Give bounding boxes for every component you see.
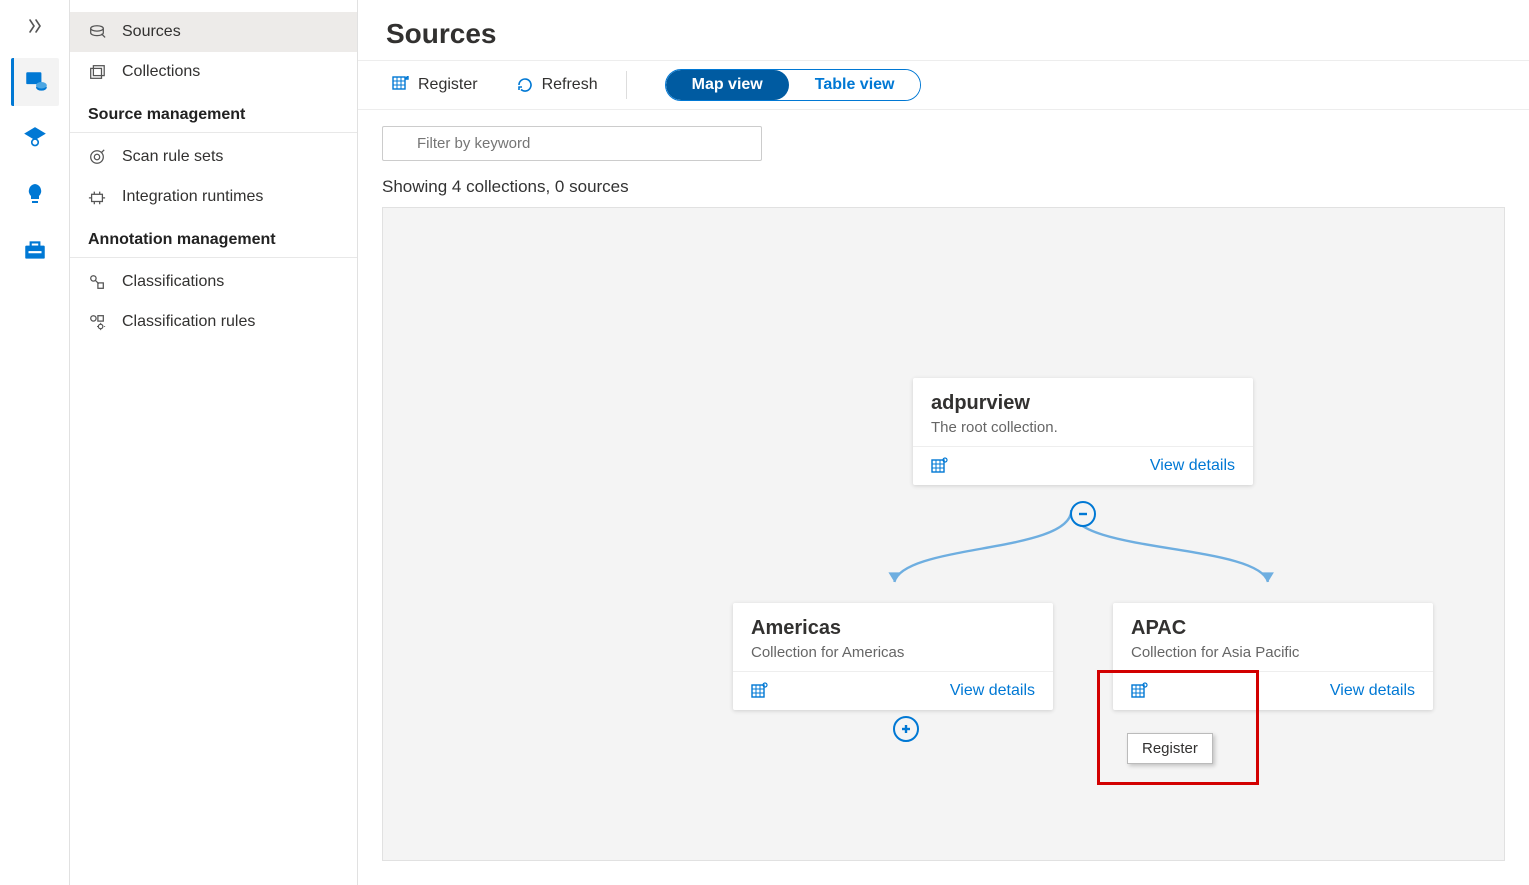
expand-node-icon[interactable]	[893, 716, 919, 742]
view-toggle: Map view Table view	[665, 69, 922, 101]
filter-input[interactable]	[382, 126, 762, 161]
card-title: Americas	[751, 617, 1035, 640]
nav-data-map-icon[interactable]	[11, 58, 59, 106]
filter-row	[358, 110, 1529, 167]
collection-card-root: adpurview The root collection. View deta…	[913, 378, 1253, 485]
sidebar-item-classification-rules[interactable]: Classification rules	[70, 302, 357, 342]
view-details-link[interactable]: View details	[1330, 682, 1415, 700]
map-view-tab[interactable]: Map view	[666, 70, 789, 100]
connector-lines	[383, 208, 1504, 860]
sidebar-item-collections[interactable]: Collections	[70, 52, 357, 92]
card-title: adpurview	[931, 392, 1235, 415]
target-icon	[88, 147, 108, 167]
sidebar-item-classifications[interactable]: Classifications	[70, 262, 357, 302]
sidebar-item-label: Scan rule sets	[122, 148, 223, 166]
sidebar-item-label: Classifications	[122, 273, 224, 291]
register-label: Register	[418, 76, 478, 94]
sidebar-item-sources[interactable]: Sources	[70, 12, 357, 52]
refresh-label: Refresh	[542, 76, 598, 94]
toolbar-divider	[626, 71, 627, 99]
card-register-icon[interactable]	[931, 457, 949, 475]
card-subtitle: The root collection.	[931, 419, 1235, 436]
register-tooltip: Register	[1127, 733, 1213, 764]
map-canvas[interactable]: adpurview The root collection. View deta…	[382, 207, 1505, 861]
sidebar-item-integration-runtimes[interactable]: Integration runtimes	[70, 177, 357, 217]
classifications-icon	[88, 272, 108, 292]
classification-rules-icon	[88, 312, 108, 332]
sources-icon	[88, 22, 108, 42]
nav-lightbulb-icon[interactable]	[11, 170, 59, 218]
card-subtitle: Collection for Americas	[751, 644, 1035, 661]
collections-icon	[88, 62, 108, 82]
main-content: Sources Register Refresh Map view Table …	[358, 0, 1529, 885]
rail-expand-icon[interactable]	[19, 10, 51, 42]
sidebar-item-label: Sources	[122, 23, 181, 41]
collapse-node-icon[interactable]	[1070, 501, 1096, 527]
view-details-link[interactable]: View details	[1150, 457, 1235, 475]
nav-toolbox-icon[interactable]	[11, 226, 59, 274]
collection-card-americas: Americas Collection for Americas View de…	[733, 603, 1053, 710]
sidebar-section-header: Source management	[70, 92, 357, 133]
card-title: APAC	[1131, 617, 1415, 640]
icon-rail	[0, 0, 70, 885]
register-icon	[392, 76, 410, 94]
sidebar-item-label: Classification rules	[122, 313, 255, 331]
page-title: Sources	[358, 0, 1529, 60]
refresh-icon	[516, 76, 534, 94]
card-subtitle: Collection for Asia Pacific	[1131, 644, 1415, 661]
refresh-button[interactable]: Refresh	[506, 70, 608, 100]
toolbar: Register Refresh Map view Table view	[358, 60, 1529, 110]
sidebar-section-header: Annotation management	[70, 217, 357, 258]
sidebar: Sources Collections Source management Sc…	[70, 0, 358, 885]
register-button[interactable]: Register	[382, 70, 488, 100]
sidebar-item-scan-rule-sets[interactable]: Scan rule sets	[70, 137, 357, 177]
highlight-annotation	[1097, 670, 1259, 785]
view-details-link[interactable]: View details	[950, 682, 1035, 700]
table-view-tab[interactable]: Table view	[789, 70, 921, 100]
sidebar-item-label: Collections	[122, 63, 200, 81]
sidebar-item-label: Integration runtimes	[122, 188, 263, 206]
runtime-icon	[88, 187, 108, 207]
card-register-icon[interactable]	[751, 682, 769, 700]
nav-governance-icon[interactable]	[11, 114, 59, 162]
results-summary: Showing 4 collections, 0 sources	[358, 167, 1529, 207]
